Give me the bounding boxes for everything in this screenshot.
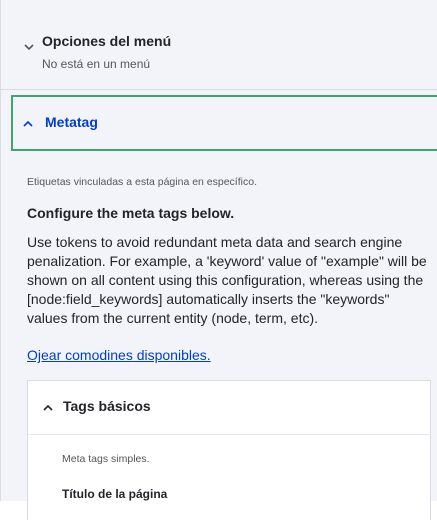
browse-tokens-link[interactable]: Ojear comodines disponibles. xyxy=(27,347,211,363)
configure-body: Use tokens to avoid redundant meta data … xyxy=(27,234,427,326)
metatag-summary[interactable]: Metatag xyxy=(11,95,437,151)
chevron-up-icon xyxy=(23,120,33,127)
basic-tags-details: Tags básicos Meta tags simples. Título d… xyxy=(27,380,431,520)
page-title-label: Título de la página xyxy=(62,487,168,501)
configure-title: Configure the meta tags below. xyxy=(27,205,235,221)
chevron-down-icon xyxy=(24,44,34,51)
basic-tags-title: Tags básicos xyxy=(63,398,151,414)
metatag-title: Metatag xyxy=(45,114,98,130)
metatag-description: Etiquetas vinculadas a esta página en es… xyxy=(27,176,257,188)
basic-tags-description: Meta tags simples. xyxy=(62,453,150,465)
menu-options-title: Opciones del menú xyxy=(42,33,172,49)
menu-options-status: No está en un menú xyxy=(42,57,151,71)
chevron-up-icon xyxy=(43,404,53,411)
menu-options-summary[interactable]: Opciones del menú No está en un menú xyxy=(1,0,437,90)
divider xyxy=(28,434,430,435)
metadata-sidebar-panel: Opciones del menú No está en un menú Met… xyxy=(0,0,437,520)
